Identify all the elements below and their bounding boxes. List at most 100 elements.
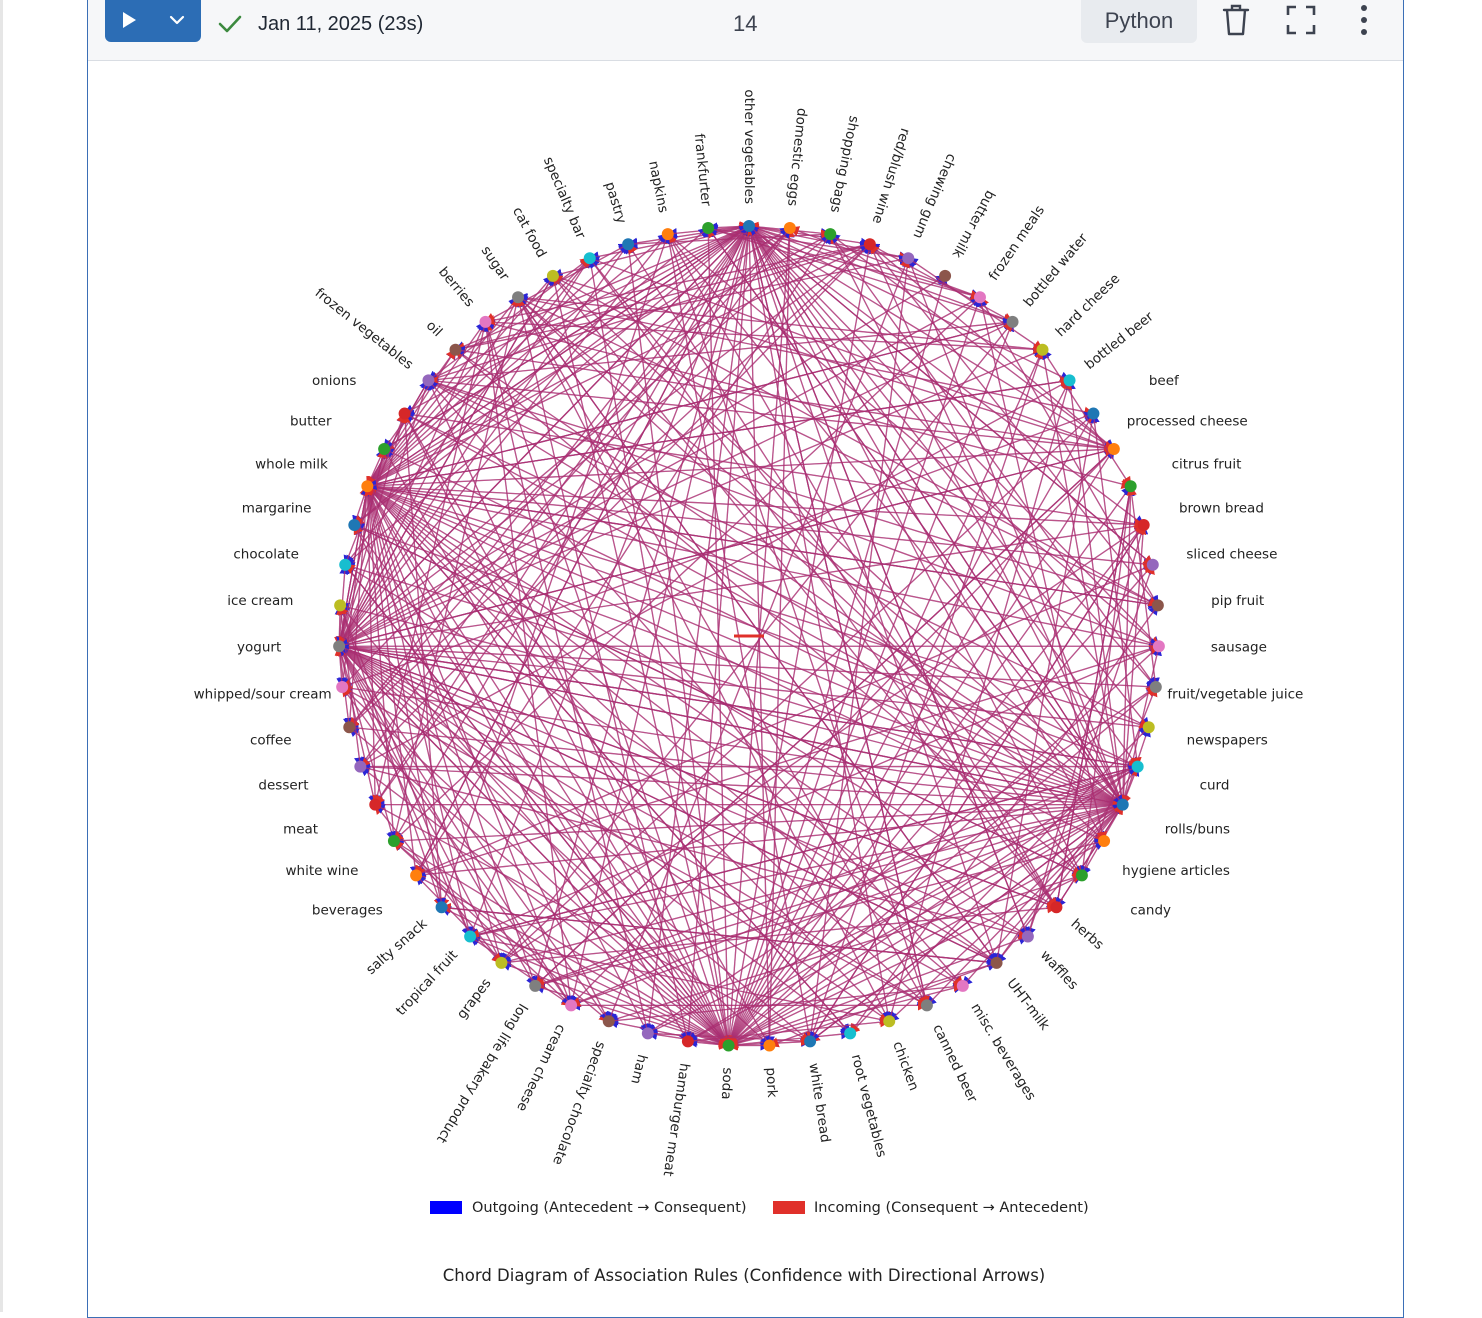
node-39: [464, 930, 477, 943]
node-label: whipped/sour cream: [194, 686, 332, 702]
node-4: [902, 252, 915, 265]
chord-incoming-66: [366, 485, 649, 1034]
legend-label-incoming: Incoming (Consequent → Antecedent): [814, 1200, 1089, 1216]
node-label: pork: [763, 1067, 780, 1098]
node-8: [1036, 343, 1049, 356]
language-selector[interactable]: Python: [1081, 0, 1197, 43]
node-label: newspapers: [1187, 733, 1268, 749]
node-20: [1116, 798, 1129, 811]
node-47: [333, 640, 346, 653]
node-44: [354, 760, 367, 773]
run-status: Jan 11, 2025 (23s): [216, 4, 423, 44]
node-16: [1152, 640, 1165, 653]
chord-incoming-376: [708, 227, 982, 301]
node-58: [546, 269, 559, 282]
node-label: UHT-milk: [1003, 976, 1052, 1034]
node-46: [336, 680, 349, 693]
chevron-down-icon: [169, 15, 185, 25]
check-icon: [218, 15, 242, 33]
node-37: [529, 979, 542, 992]
chord-incoming-166: [383, 448, 1124, 806]
legend-label-outgoing: Outgoing (Antecedent → Consequent): [472, 1200, 747, 1216]
node-14: [1146, 558, 1159, 571]
more-actions-button[interactable]: [1346, 0, 1382, 40]
node-12: [1124, 480, 1137, 493]
node-56: [479, 315, 492, 328]
chord-incoming-124: [336, 413, 406, 648]
node-17: [1149, 680, 1162, 693]
chord-incoming-253: [707, 226, 1124, 806]
node-label: beef: [1149, 373, 1180, 389]
node-54: [422, 374, 435, 387]
node-22: [1075, 869, 1088, 882]
node-19: [1131, 760, 1144, 773]
node-label: citrus fruit: [1172, 456, 1242, 472]
node-13: [1137, 518, 1150, 531]
node-label: sugar: [478, 243, 513, 284]
chord-incoming-295: [500, 412, 1095, 964]
node-label: cream cheese: [513, 1022, 568, 1114]
node-label: root vegetables: [848, 1053, 890, 1159]
run-button[interactable]: [105, 0, 153, 42]
node-48: [334, 599, 347, 612]
run-options-dropdown[interactable]: [153, 0, 201, 42]
node-label: soda: [718, 1067, 736, 1100]
node-label: hard cheese: [1053, 271, 1124, 340]
chord-incoming-287: [348, 243, 871, 729]
fullscreen-button[interactable]: [1283, 0, 1319, 40]
node-42: [387, 835, 400, 847]
delete-button[interactable]: [1218, 0, 1254, 40]
chord-incoming-367: [1041, 349, 1132, 488]
node-label: ham: [627, 1053, 650, 1086]
node-label: frozen vegetables: [312, 285, 417, 373]
node-11: [1107, 442, 1120, 455]
chord-incoming-324: [869, 243, 1014, 323]
node-52: [378, 442, 391, 455]
node-50: [348, 518, 361, 531]
node-41: [410, 869, 423, 882]
node-24: [1021, 930, 1034, 943]
node-35: [602, 1015, 615, 1028]
node-label: domestic eggs: [784, 107, 810, 207]
node-33: [681, 1035, 694, 1048]
node-label: processed cheese: [1127, 414, 1248, 430]
node-label: fruit/vegetable juice: [1167, 686, 1303, 702]
node-label: red/blush wine: [869, 126, 913, 225]
node-21: [1098, 835, 1111, 847]
node-label: brown bread: [1179, 501, 1264, 517]
node-3: [863, 238, 876, 251]
node-10: [1087, 407, 1100, 420]
node-29: [844, 1027, 857, 1040]
node-9: [1063, 374, 1076, 387]
node-28: [883, 1015, 896, 1028]
node-61: [661, 228, 674, 241]
node-32: [722, 1039, 735, 1052]
play-icon: [123, 12, 136, 28]
cell-number: 14: [733, 11, 758, 36]
node-label: long life bakery product: [433, 1000, 530, 1145]
node-31: [763, 1039, 776, 1052]
node-label: sliced cheese: [1186, 546, 1277, 562]
node-49: [339, 558, 352, 571]
node-62: [702, 222, 715, 235]
trash-icon: [1222, 4, 1250, 36]
chord-incoming-266: [745, 224, 890, 1022]
page-edge: [0, 0, 3, 1312]
node-label: napkins: [645, 159, 671, 214]
expand-icon: [1286, 5, 1316, 35]
node-51: [361, 480, 374, 493]
chord-links: [334, 221, 1162, 1051]
chord-incoming-237: [366, 485, 851, 1034]
node-label: frozen meals: [986, 203, 1048, 284]
node-label: chocolate: [233, 546, 299, 562]
cell-toolbar: Jan 11, 2025 (23s) 14 Python: [88, 0, 1403, 61]
node-label: coffee: [250, 733, 292, 749]
chord-incoming-231: [552, 274, 1057, 908]
node-label: other vegetables: [741, 89, 757, 204]
node-label: waffles: [1037, 947, 1081, 993]
node-label: rolls/buns: [1165, 821, 1230, 837]
node-1: [783, 222, 796, 235]
chord-incoming-132: [748, 225, 1124, 806]
node-55: [449, 343, 462, 356]
node-15: [1151, 599, 1164, 612]
